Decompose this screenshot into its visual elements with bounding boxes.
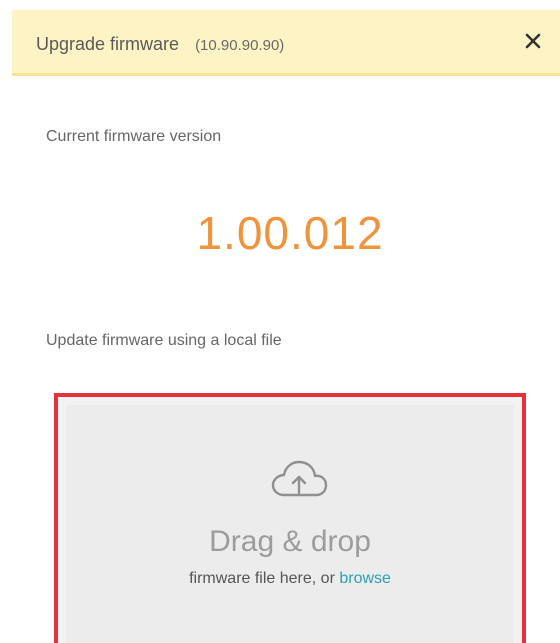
file-drop-zone[interactable]: Drag & drop firmware file here, or brows… — [54, 393, 526, 643]
drop-zone-area: Drag & drop firmware file here, or brows… — [66, 405, 514, 643]
browse-link[interactable]: browse — [339, 570, 391, 587]
cloud-upload-icon — [271, 460, 328, 497]
current-firmware-label: Current firmware version — [46, 128, 222, 145]
dialog-header: Upgrade firmware (10.90.90.90) — [12, 10, 560, 76]
drag-drop-hint: firmware file here, or — [189, 570, 340, 587]
device-ip: (10.90.90.90) — [195, 37, 285, 54]
firmware-upgrade-dialog: Upgrade firmware (10.90.90.90) Current fi… — [0, 0, 560, 643]
firmware-version-value: 1.00.012 — [196, 207, 384, 259]
drag-drop-title: Drag & drop — [209, 525, 371, 558]
dialog-title: Upgrade firmware (10.90.90.90) — [36, 34, 284, 55]
drag-drop-subtitle: firmware file here, or browse — [66, 570, 514, 588]
update-firmware-label: Update firmware using a local file — [46, 332, 282, 349]
dialog-title-text: Upgrade firmware — [36, 34, 180, 54]
close-icon — [525, 33, 541, 49]
close-button[interactable] — [518, 26, 548, 56]
